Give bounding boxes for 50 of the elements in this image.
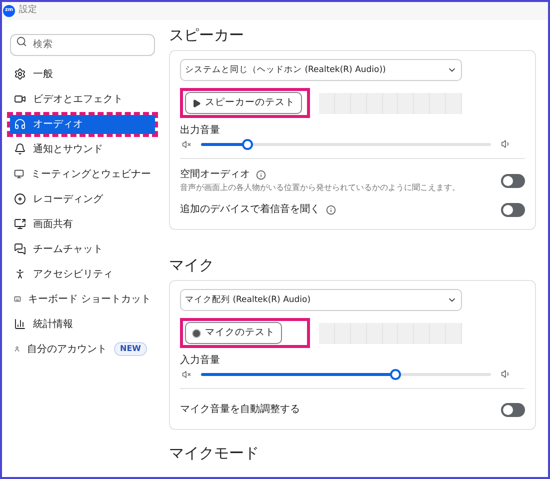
option-description: 音声が画面上の各人物がいる位置から発せられているかのように聞こえます。 (180, 182, 460, 194)
device-dropdown[interactable]: マイク配列 (Realtek(R) Audio) (180, 289, 462, 311)
record-icon (14, 193, 26, 205)
sidebar-item[interactable]: ビデオとエフェクト (10, 90, 155, 108)
search-icon (16, 36, 27, 46)
screen-share-icon (14, 218, 26, 230)
person-icon (14, 268, 26, 280)
mute-icon (182, 140, 191, 148)
toggle-switch[interactable] (501, 174, 525, 188)
test-button[interactable]: スピーカーのテスト (185, 92, 302, 114)
monitor-icon (14, 168, 24, 180)
volume-label: 入力音量 (180, 354, 221, 368)
volume-slider[interactable] (201, 368, 491, 380)
sidebar-item[interactable]: 一般 (10, 64, 155, 84)
section-heading: スピーカー (169, 25, 245, 46)
volume-label: 出力音量 (180, 124, 221, 138)
toggle-switch[interactable] (501, 402, 525, 416)
new-badge: NEW (114, 342, 147, 356)
option-label: 追加のデバイスで着信音を聞く (180, 202, 320, 217)
volume-icon (501, 139, 511, 149)
sidebar-item[interactable]: レコーディング (10, 190, 155, 208)
headphones-icon (14, 118, 26, 130)
toggle-switch[interactable] (501, 202, 525, 216)
search-field[interactable]: 検索 (10, 34, 155, 56)
sidebar-item[interactable]: 自分のアカウント NEW (10, 340, 155, 358)
sidebar-item[interactable]: 統計情報 (10, 314, 155, 334)
sidebar-item[interactable]: 通知とサウンド (10, 140, 155, 158)
sidebar-item[interactable]: ミーティングとウェビナー (10, 164, 155, 184)
window-title: 設定 (19, 4, 37, 18)
sidebar-item[interactable]: チームチャット (10, 240, 155, 258)
device-dropdown[interactable]: システムと同じ（ヘッドホン (Realtek(R) Audio)) (180, 59, 462, 81)
option-label: 空間オーディオ (180, 168, 250, 182)
video-camera-icon (14, 93, 26, 105)
sidebar-item[interactable]: アクセシビリティ (10, 264, 155, 284)
volume-icon (501, 369, 511, 379)
option-label: マイク音量を自動調整する (180, 402, 300, 417)
gear-icon (14, 68, 26, 80)
sidebar-item[interactable]: キーボード ショートカット (10, 290, 155, 308)
play-icon (192, 98, 201, 108)
bar-chart-icon (14, 318, 26, 330)
record-icon (192, 328, 201, 338)
bell-icon (14, 143, 26, 155)
section-heading: マイクモード (169, 443, 260, 464)
section-heading: マイク (169, 255, 215, 276)
test-button[interactable]: マイクのテスト (185, 322, 282, 344)
volume-slider[interactable] (201, 138, 491, 150)
sidebar-item[interactable]: 画面共有 (10, 214, 155, 234)
chat-bubbles-icon (14, 243, 26, 255)
sidebar-item[interactable]: オーディオ (10, 114, 155, 134)
mute-icon (182, 370, 191, 378)
